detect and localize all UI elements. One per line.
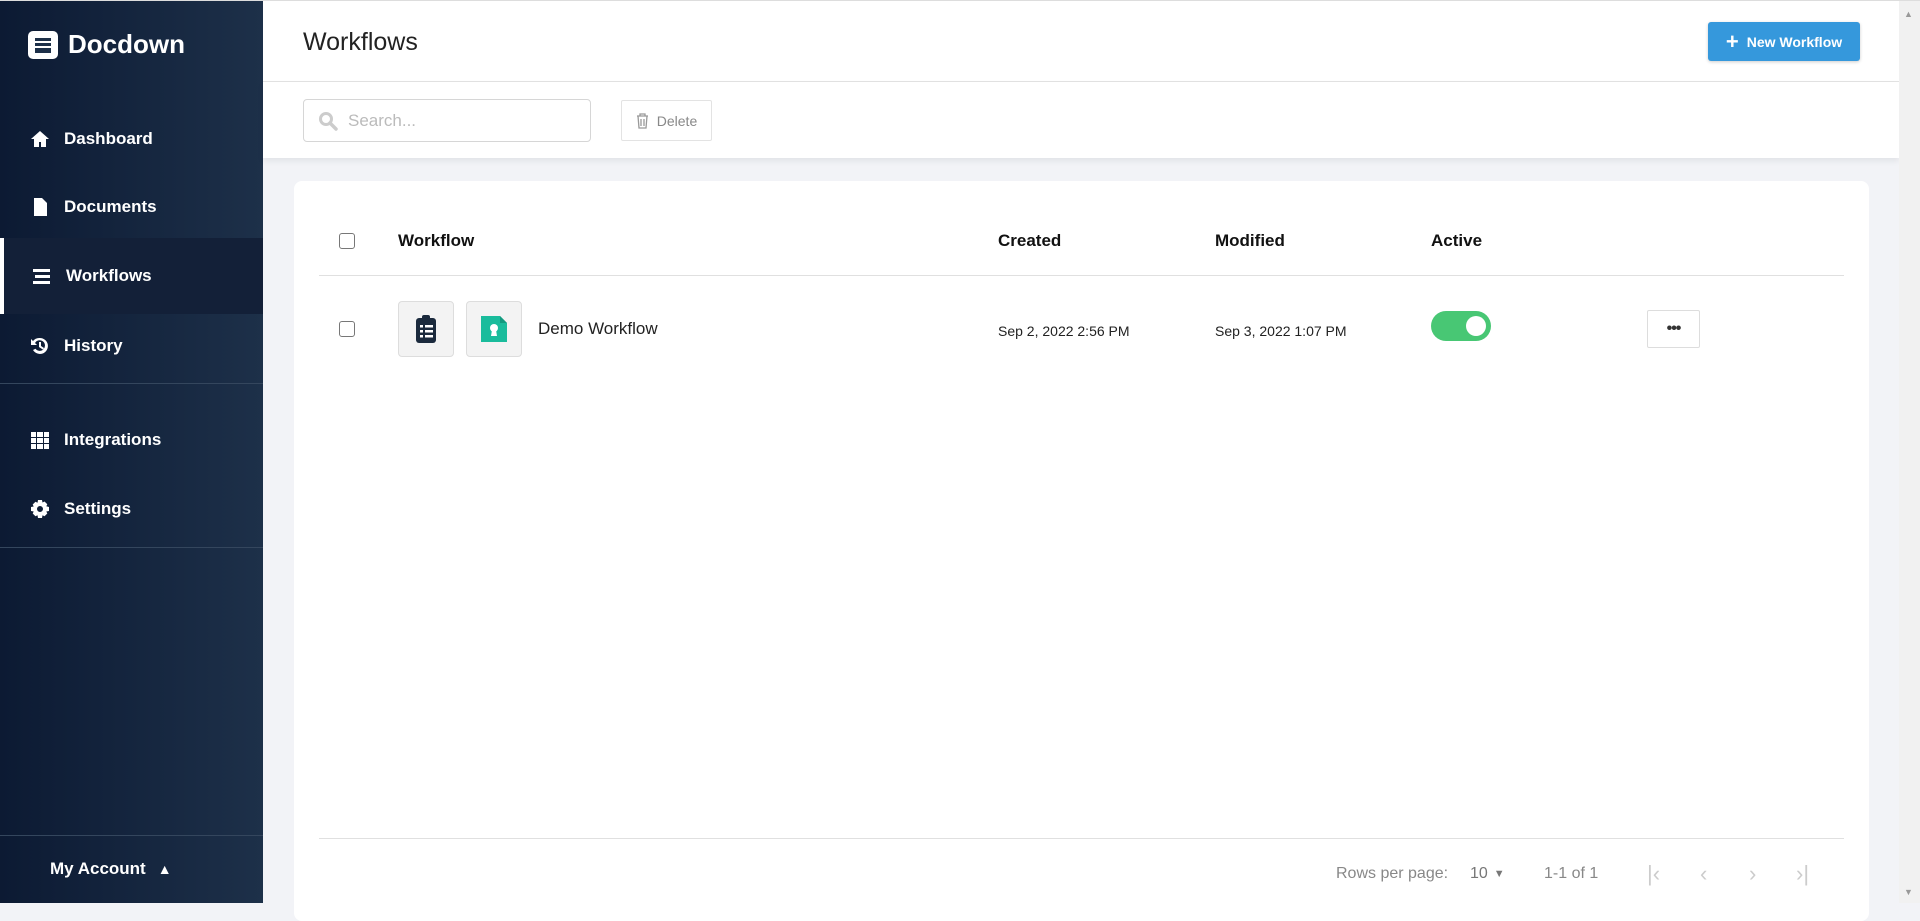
bars-icon	[33, 269, 50, 284]
account-label: My Account	[50, 859, 146, 878]
column-header-modified[interactable]: Modified	[1215, 231, 1285, 251]
home-icon	[31, 131, 49, 147]
sidebar: Docdown Dashboard Documents Workflows Hi…	[0, 1, 263, 903]
sidebar-item-history[interactable]: History	[0, 308, 263, 384]
action-icon-box	[466, 301, 522, 357]
trigger-icon-box	[398, 301, 454, 357]
sidebar-item-label: Settings	[64, 499, 132, 518]
secure-document-icon	[481, 316, 507, 342]
gear-icon	[31, 500, 49, 518]
logo-icon	[28, 30, 58, 59]
created-date: Sep 2, 2022 2:56 PM	[998, 323, 1130, 339]
new-workflow-label: New Workflow	[1746, 33, 1843, 50]
page-header: Workflows + New Workflow	[263, 1, 1899, 82]
active-toggle[interactable]	[1431, 311, 1491, 341]
scroll-down-icon[interactable]: ▼	[1904, 887, 1913, 897]
first-page-icon[interactable]: |‹	[1647, 861, 1660, 887]
column-header-created[interactable]: Created	[998, 231, 1061, 251]
sidebar-item-label: Workflows	[66, 266, 152, 285]
history-icon	[31, 337, 48, 354]
app-logo[interactable]: Docdown	[28, 29, 185, 60]
clipboard-list-icon	[416, 315, 436, 343]
new-workflow-button[interactable]: + New Workflow	[1708, 22, 1860, 61]
sidebar-item-label: History	[64, 336, 123, 355]
rows-per-page-label: Rows per page:	[1336, 865, 1449, 882]
sidebar-item-settings[interactable]: Settings	[0, 471, 263, 547]
chevron-up-icon: ▲	[157, 861, 172, 877]
last-page-icon[interactable]: ›|	[1796, 861, 1809, 887]
sidebar-divider	[0, 383, 263, 384]
column-header-workflow[interactable]: Workflow	[398, 231, 474, 251]
caret-down-icon: ▼	[1493, 868, 1505, 880]
rows-per-page-value: 10	[1470, 865, 1488, 882]
prev-page-icon[interactable]: ‹	[1700, 861, 1707, 887]
column-header-active[interactable]: Active	[1431, 231, 1482, 251]
sidebar-divider	[0, 835, 263, 836]
sidebar-item-workflows[interactable]: Workflows	[0, 238, 263, 314]
sidebar-item-label: Integrations	[64, 430, 162, 449]
more-actions-button[interactable]: •••	[1647, 310, 1700, 348]
row-checkbox[interactable]	[339, 321, 355, 337]
modified-date: Sep 3, 2022 1:07 PM	[1215, 323, 1347, 339]
toggle-knob	[1466, 316, 1486, 336]
workflows-table: Workflow Created Modified Active Demo Wo…	[294, 181, 1869, 921]
header-divider	[319, 275, 1844, 276]
document-icon	[34, 198, 47, 216]
delete-button[interactable]: Delete	[621, 100, 712, 141]
footer-divider	[319, 838, 1844, 839]
trash-icon	[636, 112, 648, 129]
search-input[interactable]	[348, 110, 568, 131]
scrollbar[interactable]: ▲ ▼	[1899, 1, 1920, 903]
sidebar-item-label: Dashboard	[64, 129, 153, 148]
page-title: Workflows	[303, 28, 418, 56]
my-account-menu[interactable]: My Account ▲	[50, 859, 172, 879]
delete-label: Delete	[656, 112, 698, 129]
next-page-icon[interactable]: ›	[1749, 861, 1756, 887]
search-box[interactable]	[303, 99, 591, 142]
sidebar-divider	[0, 547, 263, 548]
scroll-up-icon[interactable]: ▲	[1904, 9, 1913, 19]
search-icon	[319, 111, 338, 131]
select-all-checkbox[interactable]	[339, 233, 355, 249]
app-name: Docdown	[68, 29, 185, 59]
sidebar-item-label: Documents	[64, 197, 157, 216]
workflow-name[interactable]: Demo Workflow	[538, 319, 658, 339]
sidebar-item-documents[interactable]: Documents	[0, 169, 263, 245]
plus-icon: +	[1725, 28, 1739, 54]
page-range: 1-1 of 1	[1544, 865, 1599, 882]
sidebar-item-integrations[interactable]: Integrations	[0, 402, 263, 478]
sidebar-item-dashboard[interactable]: Dashboard	[0, 101, 263, 177]
toolbar: Delete	[263, 82, 1899, 158]
rows-per-page-select[interactable]: 10 ▼	[1470, 865, 1505, 883]
grid-icon	[31, 432, 49, 449]
